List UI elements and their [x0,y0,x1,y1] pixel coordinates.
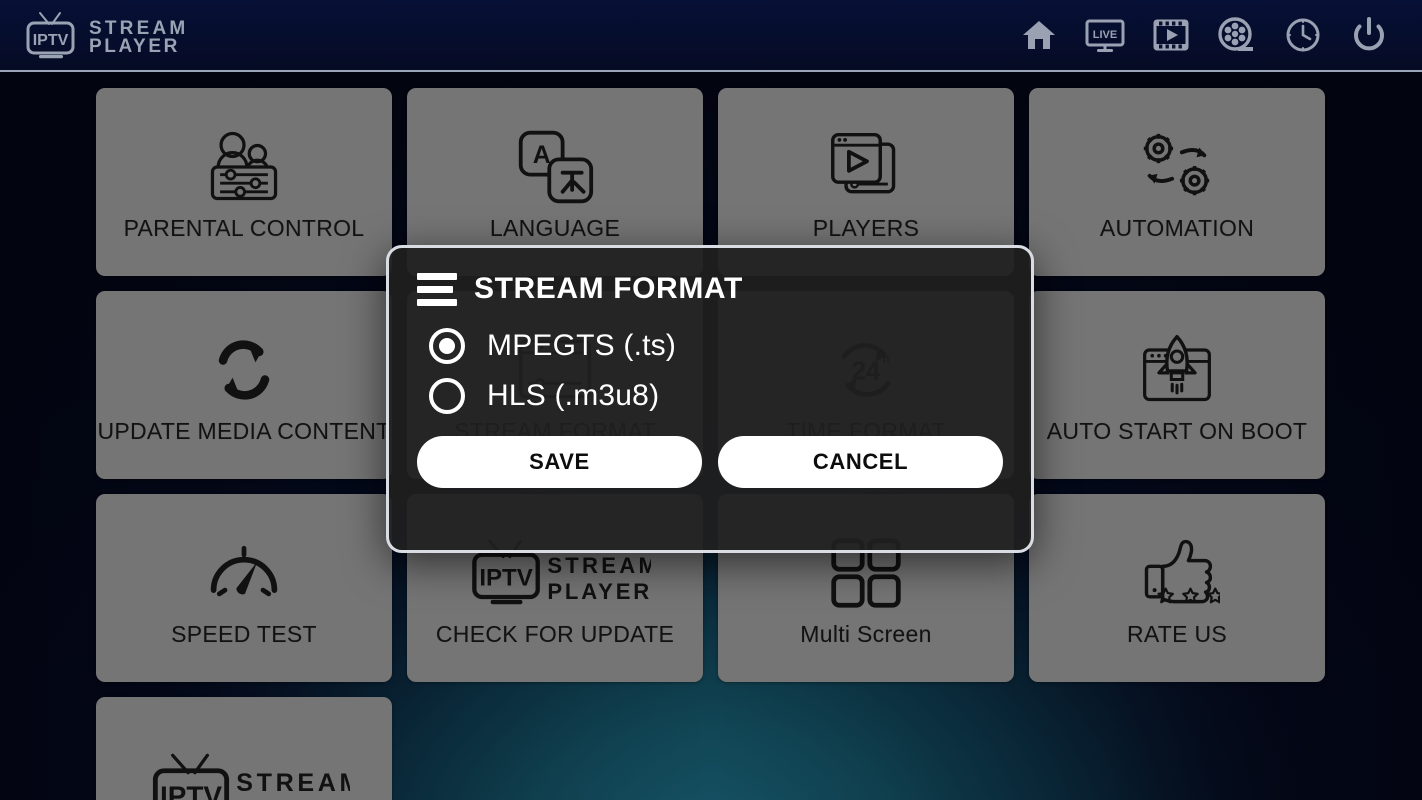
tile-parental-control[interactable]: PARENTAL CONTROL [96,88,392,276]
option-label: HLS (.m3u8) [487,379,660,412]
stream-format-dialog: STREAM FORMAT MPEGTS (.ts) HLS (.m3u8) S… [386,245,1034,553]
refresh-arrows-icon [204,326,284,414]
film-strip-play-icon[interactable] [1148,12,1194,58]
dialog-header: STREAM FORMAT [417,272,1003,306]
tile-auto-start-on-boot[interactable]: AUTO START ON BOOT [1029,291,1325,479]
cancel-button[interactable]: CANCEL [718,436,1003,488]
svg-text:STREAM: STREAM [547,553,651,578]
option-mpegts[interactable]: MPEGTS (.ts) [429,328,1003,364]
home-icon[interactable] [1016,12,1062,58]
header-icon-bar: LIVE [1016,12,1398,58]
tile-label: AUTO START ON BOOT [1046,417,1308,444]
dialog-action-buttons: SAVE CANCEL [417,436,1003,488]
language-icon: A [515,123,595,211]
svg-text:STREAM: STREAM [236,769,350,797]
option-label: MPEGTS (.ts) [487,329,677,362]
hamburger-menu-icon [417,272,457,306]
thumbs-up-stars-icon [1134,529,1220,617]
tile-update-media-content[interactable]: UPDATE MEDIA CONTENT [96,291,392,479]
option-hls[interactable]: HLS (.m3u8) [429,378,1003,414]
tile-label: CHECK FOR UPDATE [435,620,675,647]
automation-gears-icon [1133,123,1221,211]
svg-text:IPTV: IPTV [33,32,69,49]
tile-speed-test[interactable]: SPEED TEST [96,494,392,682]
tile-label: AUTOMATION [1099,214,1255,241]
tile-label: UPDATE MEDIA CONTENT [97,417,391,444]
clock-icon[interactable] [1280,12,1326,58]
svg-text:LIVE: LIVE [1093,29,1117,41]
tile-label: PARENTAL CONTROL [123,214,365,241]
save-button[interactable]: SAVE [417,436,702,488]
logo-text-line2: PLAYER [89,35,180,57]
power-icon[interactable] [1346,12,1392,58]
parental-control-icon [201,123,287,211]
tile-label: Multi Screen [800,620,932,647]
radio-hls[interactable] [429,378,465,414]
live-tv-icon[interactable]: LIVE [1082,12,1128,58]
tile-label: LANGUAGE [489,214,621,241]
players-icon [823,123,909,211]
svg-text:IPTV: IPTV [479,564,532,591]
tile-app-logo[interactable]: IPTV STREAM PLAYER [96,697,392,800]
iptv-stream-player-logo-icon: IPTV STREAM PLAYER [138,747,350,800]
tile-label: SPEED TEST [171,620,317,647]
tile-rate-us[interactable]: RATE US [1029,494,1325,682]
svg-text:PLAYER: PLAYER [547,578,651,603]
iptv-tv-logo-icon: IPTV [22,10,80,60]
stream-format-options: MPEGTS (.ts) HLS (.m3u8) [417,328,1003,414]
app-header: IPTV STREAM PLAYER LIVE [0,0,1422,72]
svg-text:IPTV: IPTV [160,780,222,800]
tile-label: RATE US [1126,620,1228,647]
tile-label: PLAYERS [812,214,920,241]
tile-automation[interactable]: AUTOMATION [1029,88,1325,276]
film-reel-icon[interactable] [1214,12,1260,58]
rocket-launch-icon [1133,326,1221,414]
dialog-title: STREAM FORMAT [474,272,743,305]
speedometer-icon [204,529,284,617]
radio-mpegts[interactable] [429,328,465,364]
app-logo: IPTV STREAM PLAYER [22,10,188,60]
